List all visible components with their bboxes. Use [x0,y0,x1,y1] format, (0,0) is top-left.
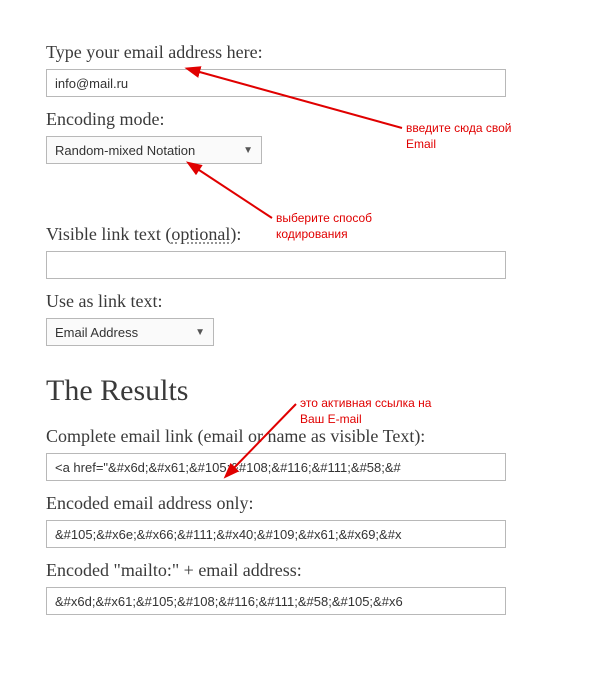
complete-link-label: Complete email link (email or name as vi… [46,426,595,447]
encoding-mode-label: Encoding mode: [46,109,595,130]
email-label: Type your email address here: [46,42,595,63]
visible-link-text-label-prefix: Visible link text ( [46,224,171,244]
chevron-down-icon: ▼ [195,327,205,338]
annotation-active-link: это активная ссылка на Ваш E-mail [300,395,431,427]
encoding-mode-select[interactable]: Random-mixed Notation ▼ [46,136,262,164]
mailto-label: Encoded "mailto:" + email address: [46,560,595,581]
use-as-link-text-selected: Email Address [55,325,138,340]
email-input[interactable] [46,69,506,97]
visible-link-text-optional: optional [171,224,230,244]
annotation-choose-encoding: выберите способ кодирования [276,210,372,242]
use-as-link-text-label: Use as link text: [46,291,595,312]
encoding-mode-selected: Random-mixed Notation [55,143,195,158]
visible-link-text-input[interactable] [46,251,506,279]
encoded-only-output[interactable] [46,520,506,548]
mailto-output[interactable] [46,587,506,615]
chevron-down-icon: ▼ [243,145,253,156]
complete-link-output[interactable] [46,453,506,481]
visible-link-text-label-suffix: ): [230,224,241,244]
use-as-link-text-select[interactable]: Email Address ▼ [46,318,214,346]
annotation-enter-email: введите сюда свой Email [406,120,511,152]
encoded-only-label: Encoded email address only: [46,493,595,514]
